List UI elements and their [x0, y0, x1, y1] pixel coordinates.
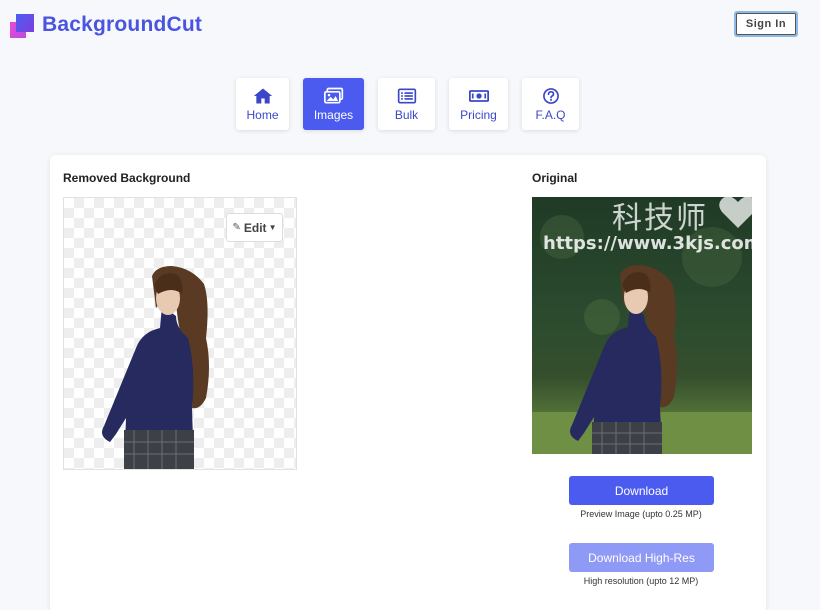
- download-button[interactable]: Download: [569, 476, 714, 505]
- edit-dropdown-button[interactable]: ✎ Edit ▼: [226, 213, 283, 242]
- list-icon: [397, 88, 416, 103]
- nav-faq-label: F.A.Q: [535, 107, 566, 122]
- removed-background-image: ✎ Edit ▼: [63, 197, 297, 470]
- heart-icon: [719, 196, 757, 228]
- nav-bulk[interactable]: Bulk: [378, 78, 435, 130]
- nav-images[interactable]: Images: [303, 78, 364, 130]
- nav-pricing-label: Pricing: [460, 107, 497, 122]
- removed-background-title: Removed Background: [63, 171, 191, 185]
- nav-home-label: Home: [246, 107, 279, 122]
- images-icon: [323, 87, 343, 103]
- money-icon: [468, 89, 489, 102]
- brand-name: BackgroundCut: [42, 13, 203, 36]
- high-res-caption: High resolution (upto 12 MP): [583, 576, 699, 586]
- nav-bulk-label: Bulk: [394, 107, 419, 122]
- brush-icon: ✎: [232, 222, 241, 233]
- home-icon: [253, 88, 272, 103]
- nav-faq[interactable]: F.A.Q: [522, 78, 579, 130]
- edit-label: Edit: [243, 220, 267, 235]
- download-caption: Preview Image (upto 0.25 MP): [580, 509, 702, 519]
- question-icon: [542, 87, 559, 104]
- logo-icon: [10, 12, 36, 38]
- nav-home[interactable]: Home: [236, 78, 289, 130]
- nav-images-label: Images: [313, 107, 354, 122]
- main-nav: Home Images Bulk Pricing F.A.Q: [0, 78, 820, 132]
- original-title: Original: [532, 171, 578, 185]
- nav-pricing[interactable]: Pricing: [449, 78, 508, 130]
- caret-down-icon: ▼: [268, 223, 277, 232]
- brand[interactable]: BackgroundCut: [10, 12, 202, 38]
- watermark-url: https://www.3kjs.com: [543, 233, 763, 254]
- watermark-text: 科技师: [612, 201, 708, 236]
- sign-in-button[interactable]: Sign In: [734, 11, 798, 37]
- download-high-res-button[interactable]: Download High-Res: [569, 543, 714, 572]
